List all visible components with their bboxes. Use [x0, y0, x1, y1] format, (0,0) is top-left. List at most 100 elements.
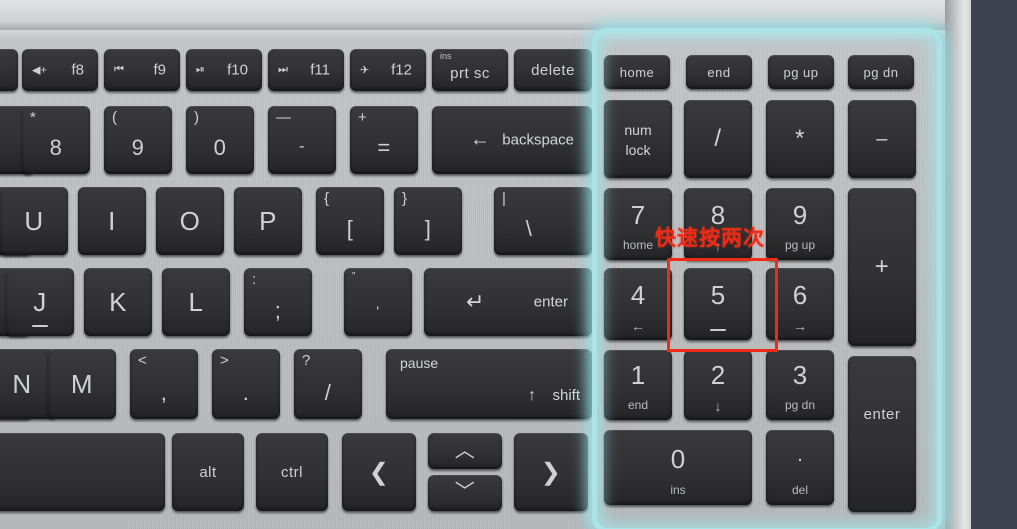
numpad-key-9[interactable]: 9 pg up [766, 188, 834, 260]
key-equals[interactable]: + = [350, 106, 418, 174]
numpad-key-enter[interactable]: enter [848, 356, 916, 512]
numpad-key-1[interactable]: 1 end [604, 350, 672, 420]
key-arrow-up[interactable]: ︿ [428, 433, 502, 469]
key-p[interactable]: P [234, 187, 302, 255]
key-8[interactable]: * 8 [22, 106, 90, 174]
key-right-shift[interactable]: pause ↑ shift [386, 349, 592, 419]
volume-up-icon: ◀+ [32, 64, 47, 77]
key-left-bracket[interactable]: { [ [316, 187, 384, 255]
numpad-key-2[interactable]: 2 ↓ [684, 350, 752, 420]
key-label: ; [274, 298, 282, 323]
key-sublabel: del [791, 483, 808, 497]
key-sublabel: → [793, 318, 807, 334]
key-label: * [795, 125, 805, 152]
key-enter[interactable]: ↵ enter [424, 268, 592, 336]
key-delete[interactable]: delete [514, 49, 592, 91]
key-label: 0 [213, 135, 227, 160]
key-f9[interactable]: ⏮ f9 [104, 49, 180, 91]
right-side-panel [971, 0, 1017, 529]
key-label: f9 [153, 61, 166, 79]
key-label: ] [424, 216, 432, 241]
pause-sublabel: pause [400, 355, 439, 371]
arrow-right-icon: ❯ [540, 458, 562, 486]
key-u[interactable]: U [0, 187, 68, 255]
top-bezel [0, 0, 971, 30]
key-label: 1 [630, 360, 646, 390]
key-backslash[interactable]: | \ [494, 187, 592, 255]
key-label: – [876, 127, 888, 150]
key-f8[interactable]: ◀+ f8 [22, 49, 98, 91]
key-semicolon[interactable]: : ; [244, 268, 312, 336]
numpad-key-add[interactable]: + [848, 188, 916, 346]
homing-bar-icon [710, 328, 726, 331]
right-bezel [945, 0, 971, 529]
key-print-screen[interactable]: ins prt sc [432, 49, 508, 91]
key-o[interactable]: O [156, 187, 224, 255]
key-comma[interactable]: < , [130, 349, 198, 419]
key-label: delete [531, 61, 575, 79]
key-label: , [160, 380, 168, 405]
key-k[interactable]: K [84, 268, 152, 336]
key-ctrl[interactable]: ctrl [256, 433, 328, 511]
key-period[interactable]: > . [212, 349, 280, 419]
next-track-icon: ⏭ [278, 63, 288, 76]
key-label: f8 [71, 61, 84, 79]
numpad-key-decimal[interactable]: . del [766, 430, 834, 505]
prev-track-icon: ⏮ [114, 63, 124, 76]
key-label: 3 [792, 360, 808, 390]
key-label: 2 [710, 360, 726, 390]
key-arrow-left[interactable]: ❮ [342, 433, 416, 511]
key-f12[interactable]: ✈ f12 [350, 49, 426, 91]
key-spacebar[interactable] [0, 433, 165, 511]
key-arrow-right[interactable]: ❯ [514, 433, 588, 511]
key-sublabel: pg up [784, 238, 816, 252]
key-label: pg up [783, 64, 819, 80]
numpad-key-3[interactable]: 3 pg dn [766, 350, 834, 420]
key-j[interactable]: J [6, 268, 74, 336]
arrow-up-icon: ︿ [454, 439, 476, 462]
key-label: - [299, 138, 305, 155]
key-label: ctrl [281, 463, 303, 481]
numpad-key-divide[interactable]: / [684, 100, 752, 178]
key-label: shift [552, 387, 580, 404]
key-right-bracket[interactable]: } ] [394, 187, 462, 255]
key-m[interactable]: M [48, 349, 116, 419]
numpad-key-multiply[interactable]: * [766, 100, 834, 178]
key-label: P [259, 205, 277, 236]
numpad-key-numlock[interactable]: num lock [604, 100, 672, 178]
key-label: . [242, 380, 250, 405]
key-f11[interactable]: ⏭ f11 [268, 49, 344, 91]
key-label: K [109, 286, 127, 317]
numpad-key-subtract[interactable]: – [848, 100, 916, 178]
key-sublabel: ← [631, 318, 645, 334]
key-backspace[interactable]: ← backspace [432, 106, 592, 174]
key-minus[interactable]: — - [268, 106, 336, 174]
arrow-left-icon: ❮ [368, 458, 390, 486]
numpad-key-pgup[interactable]: pg up [768, 55, 834, 89]
key-f7-partial[interactable] [0, 49, 18, 91]
key-label: f10 [227, 61, 248, 79]
key-0[interactable]: ) 0 [186, 106, 254, 174]
numpad-key-pgdn[interactable]: pg dn [848, 55, 914, 89]
numpad-key-0[interactable]: 0 ins [604, 430, 752, 505]
key-alt[interactable]: alt [172, 433, 244, 511]
key-quote[interactable]: " ' [344, 268, 412, 336]
key-label: num [624, 122, 652, 138]
key-label: \ [525, 216, 533, 241]
key-label: [ [346, 216, 354, 241]
key-label: U [24, 205, 44, 236]
key-label: alt [199, 463, 217, 481]
key-label-2: lock [625, 142, 651, 158]
key-f10[interactable]: ⏯ f10 [186, 49, 262, 91]
return-arrow-icon: ↵ [466, 289, 485, 314]
key-9[interactable]: ( 9 [104, 106, 172, 174]
key-slash[interactable]: ? / [294, 349, 362, 419]
numpad-key-end[interactable]: end [686, 55, 752, 89]
key-i[interactable]: I [78, 187, 146, 255]
numpad-key-6[interactable]: 6 → [766, 268, 834, 340]
numpad-key-5[interactable]: 5 [684, 268, 752, 340]
key-arrow-down[interactable]: ﹀ [428, 475, 502, 511]
numpad-key-4[interactable]: 4 ← [604, 268, 672, 340]
numpad-key-home[interactable]: home [604, 55, 670, 89]
key-l[interactable]: L [162, 268, 230, 336]
